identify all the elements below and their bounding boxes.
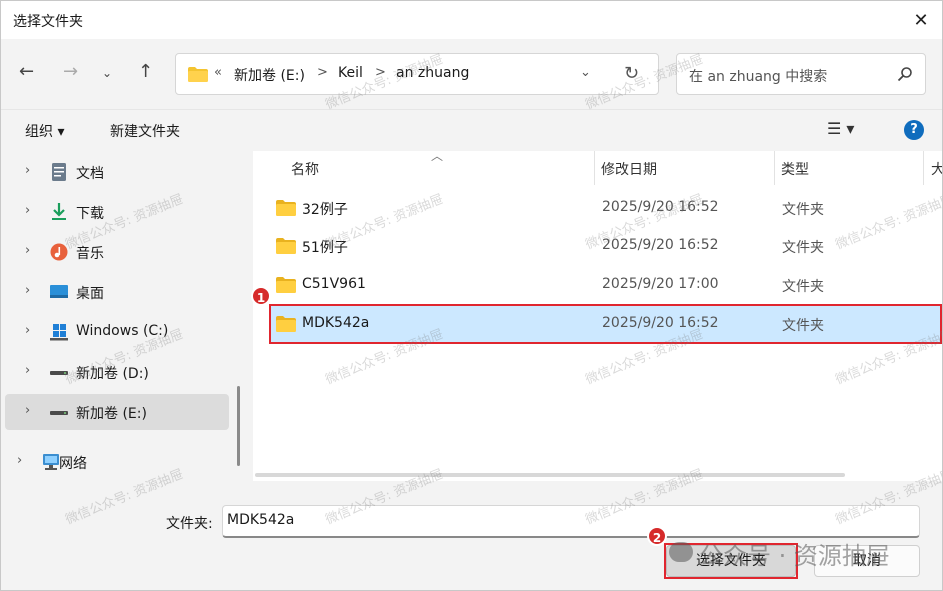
file-name: 32例子 bbox=[302, 202, 348, 218]
sort-ascending-icon: ︿ bbox=[431, 149, 444, 163]
folder-icon bbox=[276, 200, 296, 216]
sidebar-item-desktop[interactable]: › 桌面 bbox=[5, 274, 229, 310]
breadcrumb-an-zhuang[interactable]: an zhuang bbox=[396, 65, 469, 81]
table-row[interactable]: C51V961 2025/9/20 17:00 文件夹 bbox=[269, 267, 941, 304]
recent-dropdown-icon[interactable]: ⌄ bbox=[102, 66, 112, 80]
column-header-name[interactable]: 名称 bbox=[291, 159, 319, 179]
close-icon: ✕ bbox=[913, 9, 929, 31]
document-icon bbox=[52, 163, 66, 181]
chevron-right-icon[interactable]: › bbox=[25, 243, 30, 258]
sidebar-item-label: 文档 bbox=[76, 166, 104, 182]
file-type: 文件夹 bbox=[782, 279, 824, 295]
help-icon[interactable]: ? bbox=[904, 120, 924, 140]
folder-field-label: 文件夹: bbox=[166, 516, 213, 532]
search-icon bbox=[897, 67, 912, 82]
column-divider[interactable] bbox=[594, 151, 595, 185]
breadcrumb-separator[interactable]: > bbox=[375, 65, 386, 80]
footer-watermark: 公众号 · 资源抽屉 bbox=[699, 542, 890, 570]
chevron-right-icon[interactable]: › bbox=[25, 163, 30, 178]
navigation-bar: ← → ⌄ ↑ « 新加卷 (E:) > Keil > an zhuang ⌄ … bbox=[1, 39, 942, 109]
view-options-icon[interactable]: ☰ ▾ bbox=[827, 119, 854, 138]
folder-name-input[interactable]: MDK542a bbox=[222, 505, 920, 538]
overflow-chevron[interactable]: « bbox=[214, 65, 222, 80]
sidebar-item-label: 新加卷 (E:) bbox=[76, 406, 147, 422]
search-placeholder: 在 an zhuang 中搜索 bbox=[689, 69, 828, 85]
chevron-right-icon[interactable]: › bbox=[25, 323, 30, 338]
chevron-right-icon[interactable]: › bbox=[25, 403, 30, 418]
sidebar-item-drive-d[interactable]: › 新加卷 (D:) bbox=[5, 354, 229, 390]
column-header-type[interactable]: 类型 bbox=[781, 159, 809, 179]
chevron-right-icon[interactable]: › bbox=[25, 203, 30, 218]
window-title: 选择文件夹 bbox=[13, 14, 83, 30]
windows-drive-icon bbox=[50, 324, 68, 341]
folder-icon bbox=[276, 277, 296, 293]
folder-icon bbox=[276, 238, 296, 254]
chevron-right-icon[interactable]: › bbox=[25, 363, 30, 378]
file-name: C51V961 bbox=[302, 276, 366, 292]
new-folder-button[interactable]: 新建文件夹 bbox=[110, 121, 180, 141]
sidebar-item-drive-c[interactable]: › Windows (C:) bbox=[5, 314, 229, 350]
sidebar-item-downloads[interactable]: › 下载 bbox=[5, 194, 229, 230]
file-modified: 2025/9/20 16:52 bbox=[602, 237, 719, 253]
sidebar-item-label: 桌面 bbox=[76, 286, 104, 302]
sidebar-item-label: 网络 bbox=[59, 456, 87, 472]
sidebar-item-network[interactable]: › 网络 bbox=[1, 444, 221, 480]
file-modified: 2025/9/20 17:00 bbox=[602, 276, 719, 292]
sidebar-item-documents[interactable]: › 文档 bbox=[5, 154, 229, 190]
chevron-right-icon[interactable]: › bbox=[25, 283, 30, 298]
sidebar-item-label: 音乐 bbox=[76, 246, 104, 262]
network-icon bbox=[43, 454, 59, 470]
column-divider[interactable] bbox=[923, 151, 924, 185]
step-badge-1: 1 bbox=[251, 286, 271, 306]
navigation-pane: › 文档 › 下载 › 音乐 › 桌面 › Windows (C:) › 新加卷… bbox=[1, 151, 245, 481]
folder-icon bbox=[188, 67, 208, 82]
back-arrow-icon[interactable]: ← bbox=[19, 61, 34, 82]
drive-icon bbox=[50, 411, 68, 415]
column-header-size[interactable]: 大 bbox=[931, 159, 942, 179]
sidebar-item-label: 新加卷 (D:) bbox=[76, 366, 149, 382]
breadcrumb-keil[interactable]: Keil bbox=[338, 65, 363, 81]
column-divider[interactable] bbox=[774, 151, 775, 185]
download-icon bbox=[52, 203, 66, 220]
table-row[interactable]: 51例子 2025/9/20 16:52 文件夹 bbox=[269, 228, 941, 265]
desktop-icon bbox=[50, 285, 68, 298]
refresh-icon[interactable]: ↻ bbox=[624, 63, 639, 84]
sidebar-item-music[interactable]: › 音乐 bbox=[5, 234, 229, 270]
search-box[interactable]: 在 an zhuang 中搜索 bbox=[676, 53, 926, 95]
step-badge-2: 2 bbox=[647, 526, 667, 546]
chevron-right-icon[interactable]: › bbox=[17, 453, 22, 468]
file-name: 51例子 bbox=[302, 240, 348, 256]
address-bar[interactable]: « 新加卷 (E:) > Keil > an zhuang ⌄ ↻ bbox=[175, 53, 659, 95]
close-button[interactable]: ✕ bbox=[898, 1, 942, 39]
sidebar-item-drive-e[interactable]: › 新加卷 (E:) bbox=[5, 394, 229, 430]
file-modified: 2025/9/20 16:52 bbox=[602, 199, 719, 215]
music-icon bbox=[50, 243, 68, 261]
command-bar: 组织 ▾ 新建文件夹 ☰ ▾ ? bbox=[1, 109, 942, 151]
column-header-modified[interactable]: 修改日期 bbox=[601, 159, 657, 179]
forward-arrow-icon[interactable]: → bbox=[63, 61, 78, 82]
wechat-icon bbox=[669, 542, 693, 562]
up-arrow-icon[interactable]: ↑ bbox=[138, 61, 153, 82]
sidebar-scrollbar[interactable] bbox=[237, 386, 240, 466]
sidebar-item-label: 下载 bbox=[76, 206, 104, 222]
file-dialog: 选择文件夹 ✕ ← → ⌄ ↑ « 新加卷 (E:) > Keil > an z… bbox=[0, 0, 943, 591]
address-dropdown-icon[interactable]: ⌄ bbox=[580, 65, 591, 80]
highlight-box-selected-folder bbox=[269, 304, 942, 344]
table-row[interactable]: 32例子 2025/9/20 16:52 文件夹 bbox=[269, 190, 941, 227]
file-type: 文件夹 bbox=[782, 202, 824, 218]
breadcrumb-drive-e[interactable]: 新加卷 (E:) bbox=[234, 65, 305, 85]
horizontal-scrollbar[interactable] bbox=[255, 473, 845, 477]
breadcrumb-separator[interactable]: > bbox=[317, 65, 328, 80]
title-bar: 选择文件夹 ✕ bbox=[1, 1, 942, 39]
sidebar-item-label: Windows (C:) bbox=[76, 323, 169, 339]
file-type: 文件夹 bbox=[782, 240, 824, 256]
organize-menu-button[interactable]: 组织 ▾ bbox=[25, 121, 64, 141]
drive-icon bbox=[50, 371, 68, 375]
